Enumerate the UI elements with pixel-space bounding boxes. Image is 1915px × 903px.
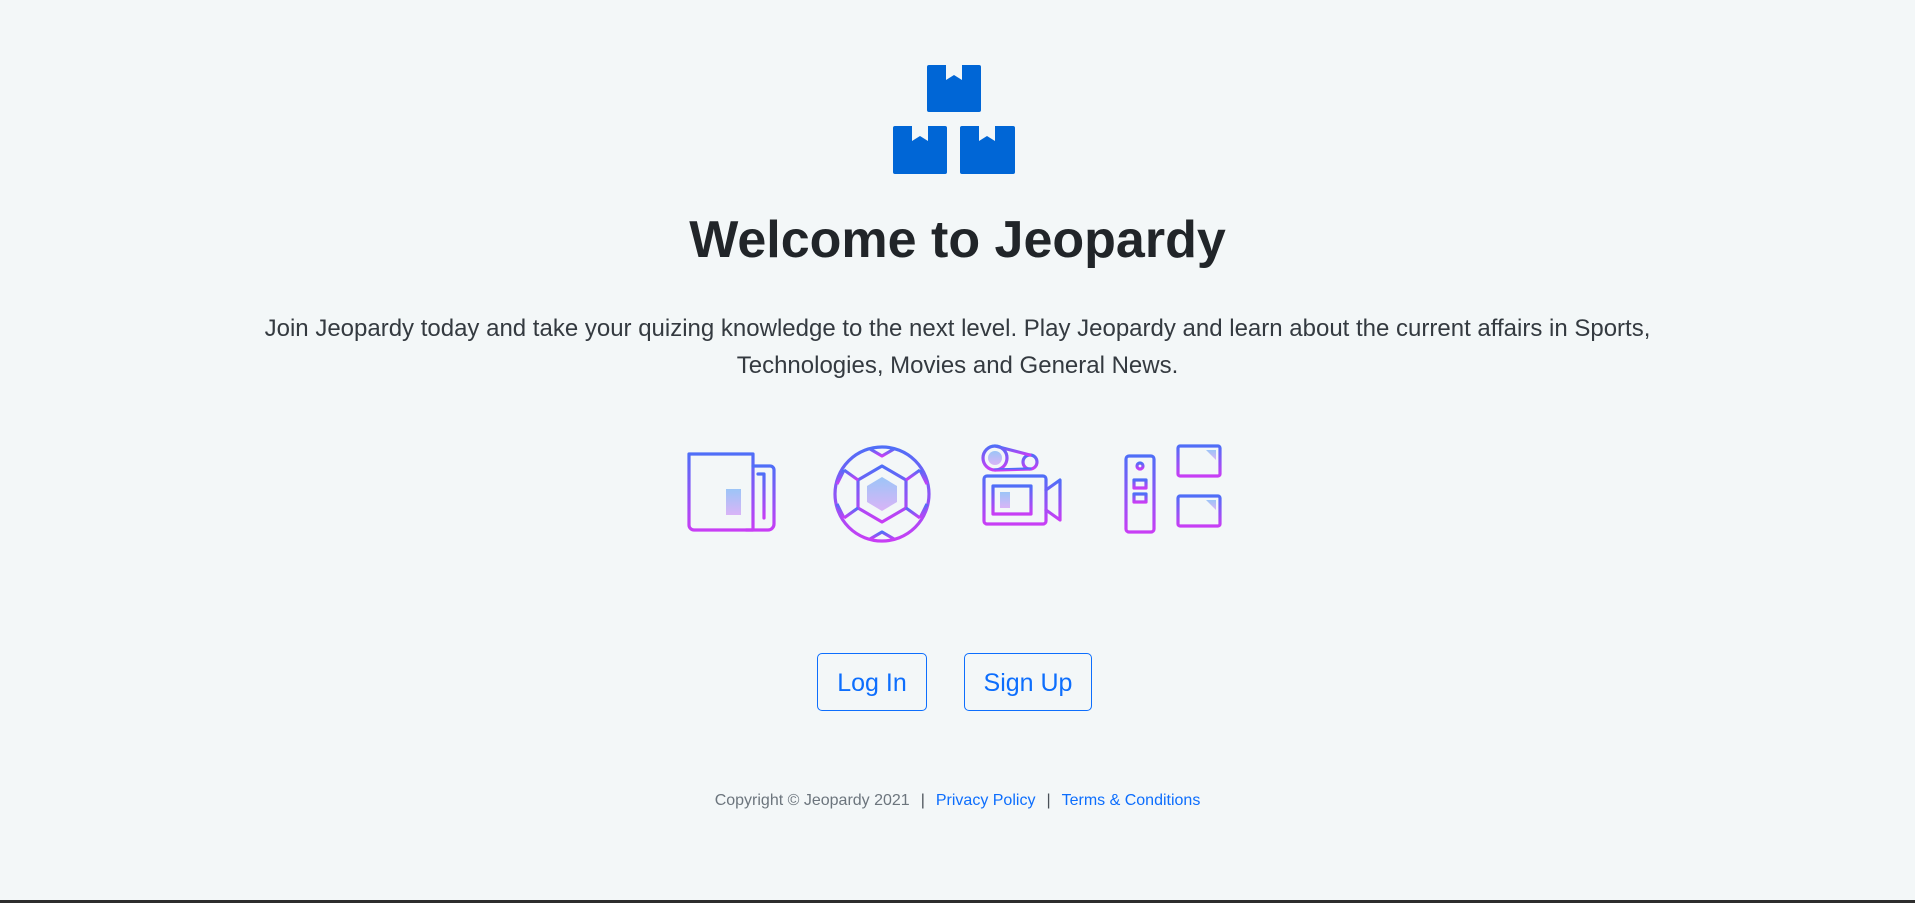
page-title: Welcome to Jeopardy [689,211,1226,269]
category-icons [686,444,1226,544]
footer: Copyright © Jeopardy 2021 | Privacy Policy… [0,790,1915,812]
signup-button[interactable]: Sign Up [964,653,1092,711]
copyright-text: Copyright © Jeopardy 2021 [714,792,910,809]
soccer-ball-icon [833,445,931,543]
footer-separator: | [920,792,925,809]
privacy-policy-link[interactable]: Privacy Policy [936,792,1036,809]
terms-conditions-link[interactable]: Terms & Conditions [1062,792,1201,809]
newspaper-icon [687,452,776,532]
login-button[interactable]: Log In [817,653,927,711]
stacked-boxes-logo-icon [893,65,1015,174]
footer-separator: | [1046,792,1051,809]
movie-camera-icon [981,444,1062,536]
landing-page: Welcome to Jeopardy Join Jeopardy today … [0,0,1915,903]
auth-buttons: Log In Sign Up [0,653,1915,713]
computer-network-icon [1124,444,1224,534]
intro-text: Join Jeopardy today and take your quizin… [264,315,1651,379]
